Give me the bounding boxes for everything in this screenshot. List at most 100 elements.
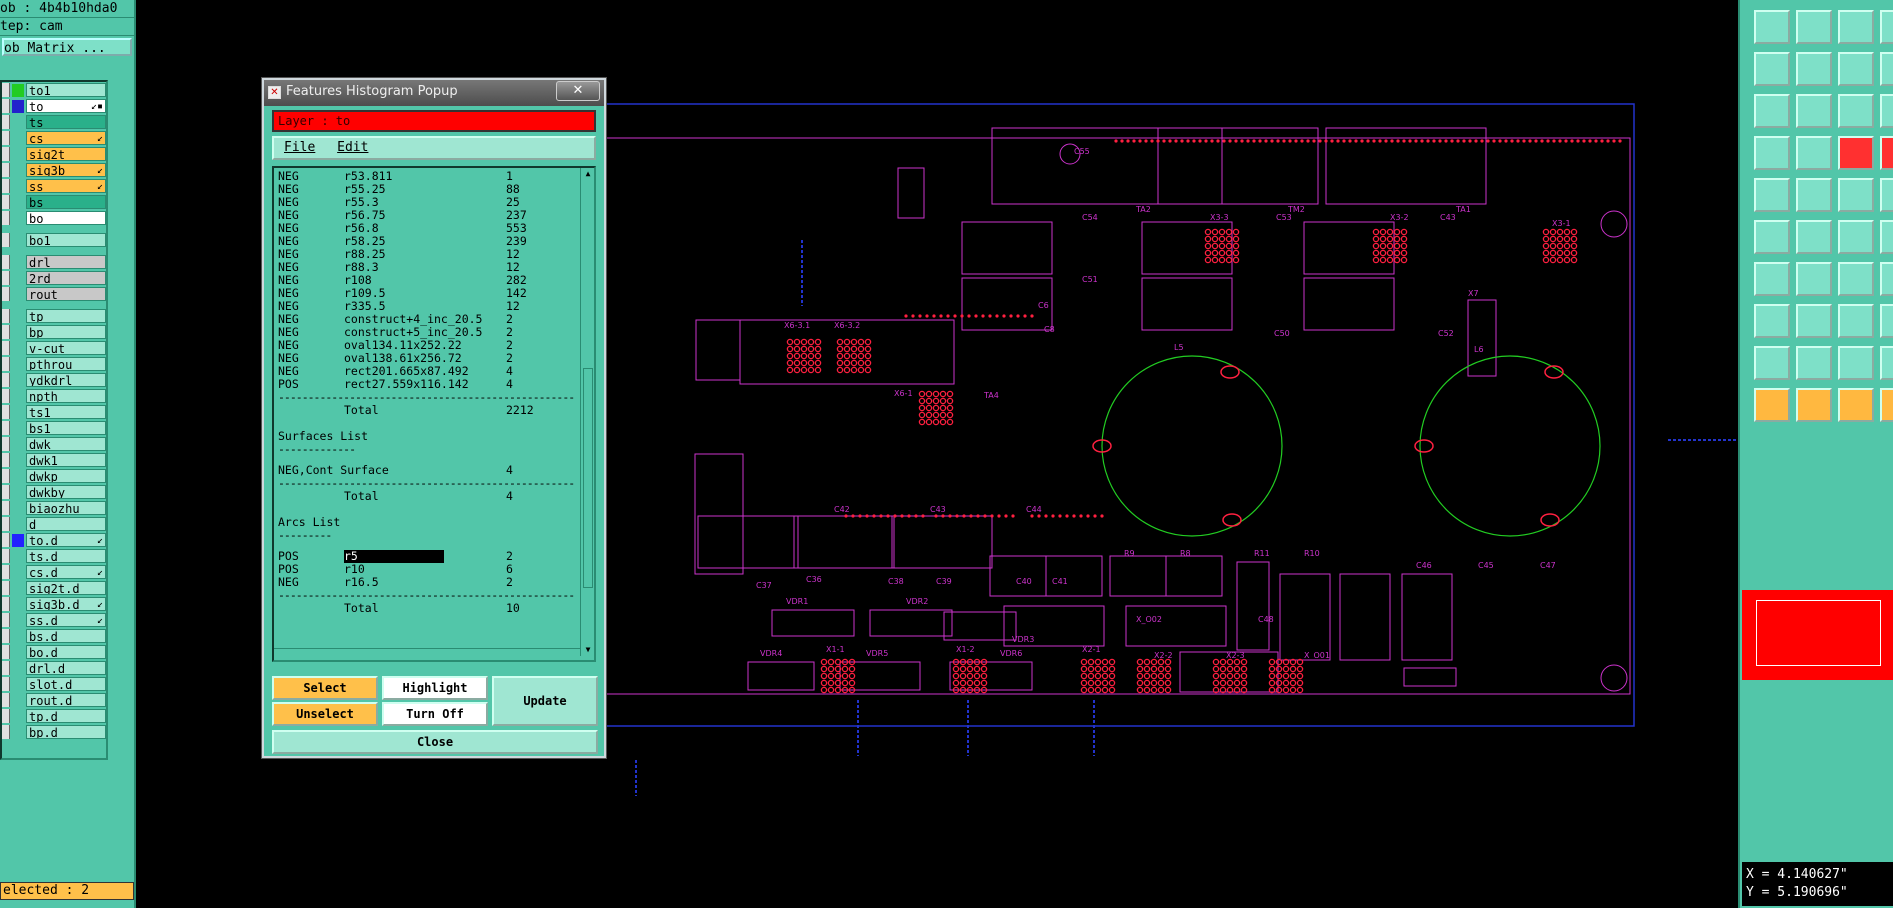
layer-name[interactable]: dwk — [26, 437, 106, 451]
layer-checkbox[interactable] — [2, 357, 10, 371]
layer-color-chip[interactable] — [12, 256, 24, 269]
layer-name[interactable]: ss.d ↙ — [26, 613, 106, 627]
layer-color-chip[interactable] — [12, 598, 24, 611]
histogram-row[interactable]: POS r5 2 — [278, 550, 578, 563]
layer-name[interactable]: bo.d — [26, 645, 106, 659]
layer-row[interactable]: 2rd — [2, 270, 106, 286]
layer-name[interactable]: sig2t — [26, 147, 106, 161]
layer-name[interactable]: d — [26, 517, 106, 531]
histogram-row[interactable]: NEG r16.5 2 — [278, 576, 578, 589]
layer-name[interactable]: pthrou — [26, 357, 106, 371]
layer-color-chip[interactable] — [12, 83, 24, 97]
layer-color-chip[interactable] — [12, 630, 24, 643]
layer-color-chip[interactable] — [12, 454, 24, 467]
histogram-row[interactable]: NEG r55.3 25 — [278, 196, 578, 209]
layer-name[interactable]: tp.d — [26, 709, 106, 723]
ruler-icon[interactable] — [1838, 178, 1874, 212]
histogram-row[interactable]: NEG r109.5 142 — [278, 287, 578, 300]
layer-name[interactable]: cs ↙ — [26, 131, 106, 145]
layer-row[interactable]: tp — [2, 308, 106, 324]
layer-row[interactable]: drl.d — [2, 660, 106, 676]
layer-color-chip[interactable] — [12, 726, 24, 739]
layer-name[interactable]: dwk1 — [26, 453, 106, 467]
close-button[interactable]: Close — [272, 730, 598, 754]
layer-row[interactable]: sig2t — [2, 146, 106, 162]
layer-name[interactable]: ydkdrl — [26, 373, 106, 387]
close-icon[interactable]: ✕ — [556, 81, 600, 101]
popup-titlebar[interactable]: ✕ Features Histogram Popup ✕ — [264, 80, 604, 106]
layer-row[interactable]: v-cut — [2, 340, 106, 356]
layer-checkbox[interactable] — [2, 255, 10, 269]
layer-color-chip[interactable] — [12, 614, 24, 627]
filter-icon[interactable] — [1880, 262, 1893, 296]
layer-name[interactable]: bo — [26, 211, 106, 225]
link-icon[interactable] — [1880, 220, 1893, 254]
layer-row[interactable]: rout.d — [2, 692, 106, 708]
layer-color-chip[interactable] — [12, 132, 24, 145]
layer-checkbox[interactable] — [2, 405, 10, 419]
zoom-icon[interactable] — [1796, 94, 1832, 128]
layer-checkbox[interactable] — [2, 485, 10, 499]
snap-center-icon[interactable] — [1754, 178, 1790, 212]
layer-checkbox[interactable] — [2, 661, 10, 675]
menu-edit[interactable]: Edit — [337, 140, 368, 155]
scroll-down-icon[interactable]: ▼ — [582, 644, 594, 656]
layer-row[interactable]: drl — [2, 254, 106, 270]
layer-checkbox[interactable] — [2, 453, 10, 467]
layer-row[interactable]: sig3b ↙ — [2, 162, 106, 178]
layer-color-chip[interactable] — [12, 518, 24, 531]
layer-color-chip[interactable] — [12, 678, 24, 691]
update-button[interactable]: Update — [492, 676, 598, 726]
layer-row[interactable]: bs1 — [2, 420, 106, 436]
layer-color-chip[interactable] — [12, 662, 24, 675]
layer-row[interactable]: ss.d ↙ — [2, 612, 106, 628]
layer-color-chip[interactable] — [12, 533, 24, 547]
layer-checkbox[interactable] — [2, 131, 10, 145]
layer-row[interactable]: bo1 — [2, 232, 106, 248]
layer-row[interactable]: bp.d — [2, 724, 106, 740]
layer-name[interactable]: ts1 — [26, 405, 106, 419]
align-icon[interactable] — [1838, 304, 1874, 338]
export-icon[interactable] — [1796, 52, 1832, 86]
layer-name[interactable]: ts.d — [26, 549, 106, 563]
job-matrix-button[interactable]: ob Matrix ... — [2, 38, 132, 56]
save-icon[interactable] — [1796, 10, 1832, 44]
layer-name[interactable]: dwkby — [26, 485, 106, 499]
histogram-row[interactable]: NEG r88.25 12 — [278, 248, 578, 261]
layer-row[interactable]: dwkp — [2, 468, 106, 484]
layer-checkbox[interactable] — [2, 725, 10, 739]
layer-checkbox[interactable] — [2, 693, 10, 707]
layer-name[interactable]: rout.d — [26, 693, 106, 707]
histogram-list[interactable]: NEG r53.811 1 NEG r55.25 88 NEG r55.3 25 NEG r56.7… — [272, 166, 596, 662]
panel-icon[interactable] — [1880, 52, 1893, 86]
layer-color-chip[interactable] — [12, 99, 24, 113]
layer-name[interactable]: bs.d — [26, 629, 106, 643]
layer-name[interactable]: v-cut — [26, 341, 106, 355]
select-button[interactable]: Select — [272, 676, 378, 700]
layer-color-chip[interactable] — [12, 326, 24, 339]
open-icon[interactable] — [1838, 10, 1874, 44]
layer-row[interactable]: d — [2, 516, 106, 532]
layer-checkbox[interactable] — [2, 533, 10, 547]
layer-checkbox[interactable] — [2, 565, 10, 579]
group-icon[interactable] — [1880, 304, 1893, 338]
scroll-up-icon[interactable]: ▲ — [582, 168, 594, 180]
histogram-row[interactable]: POS r10 6 — [278, 563, 578, 576]
layer-checkbox[interactable] — [2, 421, 10, 435]
layer-row[interactable]: bp — [2, 324, 106, 340]
layer-row[interactable]: ss ↙ — [2, 178, 106, 194]
layer-name[interactable]: ss ↙ — [26, 179, 106, 193]
unselect-button[interactable]: Unselect — [272, 702, 378, 726]
layer-name[interactable]: bp — [26, 325, 106, 339]
line-icon[interactable] — [1796, 262, 1832, 296]
fit-icon[interactable] — [1754, 94, 1790, 128]
layer-row[interactable]: tp.d — [2, 708, 106, 724]
horizontal-scrollbar[interactable] — [274, 648, 580, 660]
pad-icon[interactable] — [1754, 304, 1790, 338]
layer-checkbox[interactable] — [2, 501, 10, 515]
layer-color-chip[interactable] — [12, 212, 24, 225]
arc-icon[interactable] — [1880, 346, 1893, 380]
layer-color-chip[interactable] — [12, 422, 24, 435]
select-pointer-icon[interactable] — [1754, 388, 1790, 422]
histogram-row[interactable]: NEG r55.25 88 — [278, 183, 578, 196]
